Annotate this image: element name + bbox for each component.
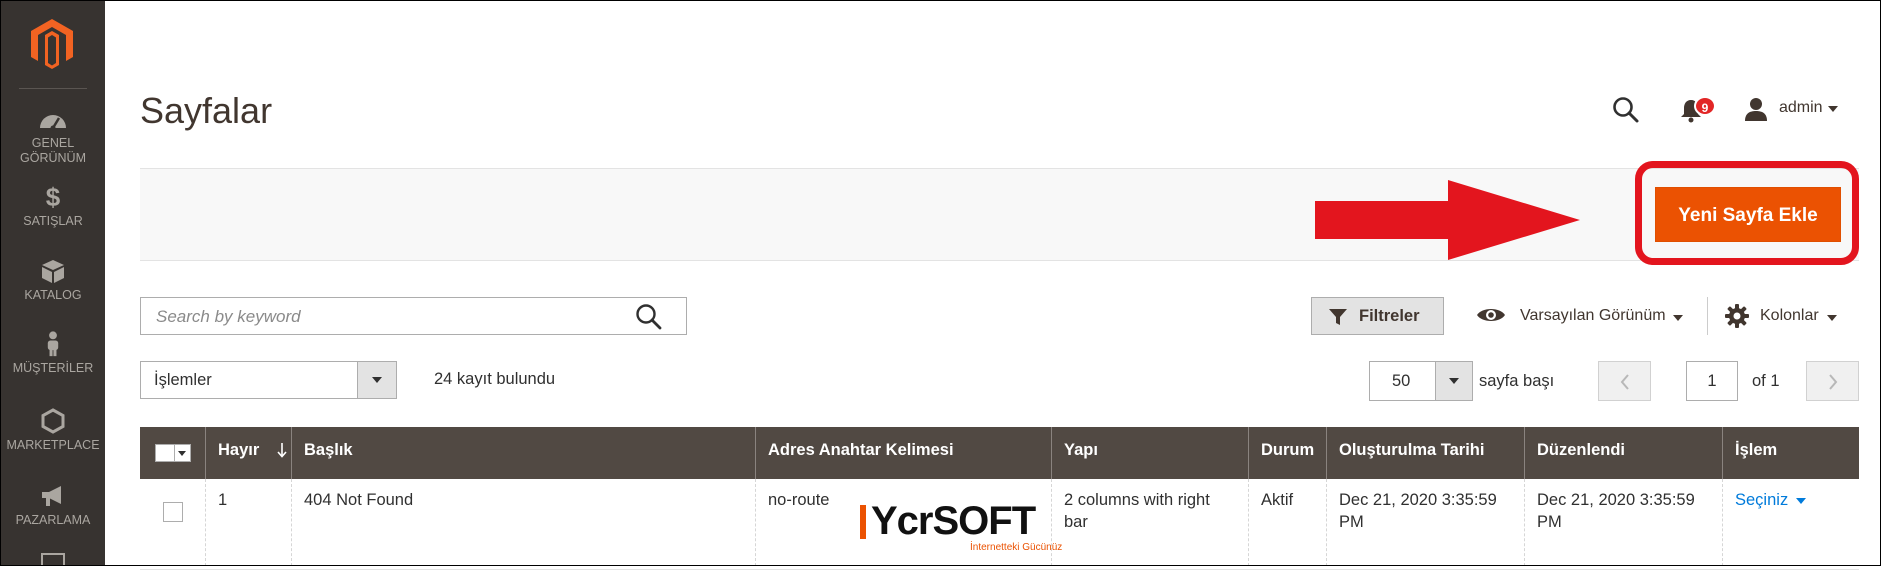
sidebar-item-label: KATALOG <box>24 288 82 302</box>
sidebar-divider <box>19 88 87 89</box>
chevron-down-icon <box>372 377 382 383</box>
arrow-annotation-icon <box>1315 180 1580 260</box>
magento-logo-icon[interactable] <box>29 17 75 71</box>
sidebar-item-label: PAZARLAMA <box>15 513 91 527</box>
row-select-cell <box>140 479 205 566</box>
cell-created: Dec 21, 2020 3:35:59 PM <box>1326 479 1524 566</box>
chevron-down-icon[interactable] <box>1673 315 1683 321</box>
page-title: Sayfalar <box>140 90 273 131</box>
next-page-button[interactable] <box>1806 361 1859 401</box>
chevron-down-icon[interactable] <box>1828 106 1838 112</box>
person-icon <box>47 331 59 357</box>
notification-badge: 9 <box>1694 96 1716 116</box>
sidebar-item-label: SATIŞLAR <box>23 214 83 228</box>
chevron-down-icon[interactable] <box>1796 497 1807 504</box>
mass-actions-select[interactable]: İşlemler <box>140 361 397 399</box>
column-header-title[interactable]: Başlık <box>291 427 755 479</box>
default-view-dropdown[interactable]: Varsayılan Görünüm <box>1520 307 1666 325</box>
sidebar-item-label: GÖRÜNÜM <box>20 151 86 165</box>
columns-dropdown[interactable]: Kolonlar <box>1760 307 1819 325</box>
per-page-select[interactable]: 50 <box>1369 361 1473 401</box>
page-total: of 1 <box>1752 372 1780 390</box>
cell-status: Aktif <box>1248 479 1326 566</box>
filters-button[interactable]: Filtreler <box>1311 297 1444 335</box>
gear-icon[interactable] <box>1725 304 1749 328</box>
sidebar-item-dashboard[interactable]: GENEL GÖRÜNÜM <box>1 106 105 166</box>
select-toggle[interactable] <box>1435 362 1472 400</box>
watermark-bar <box>860 505 866 539</box>
cell-layout: 2 columns with right bar <box>1051 479 1248 566</box>
mass-actions-label: İşlemler <box>154 371 212 389</box>
search-field[interactable] <box>140 297 687 335</box>
megaphone-icon <box>42 486 61 506</box>
hexagon-icon <box>41 408 65 434</box>
select-toggle[interactable] <box>357 362 396 398</box>
cell-modified: Dec 21, 2020 3:35:59 PM <box>1524 479 1722 566</box>
dollar-icon: $ <box>46 184 61 210</box>
previous-page-button[interactable] <box>1598 361 1651 401</box>
search-icon[interactable] <box>1612 96 1640 124</box>
user-menu-label[interactable]: admin <box>1779 99 1823 117</box>
row-checkbox[interactable] <box>163 502 183 522</box>
sort-arrow-down-icon <box>277 443 287 458</box>
search-input[interactable] <box>154 306 628 328</box>
grid-header: Hayır Başlık Adres Anahtar Kelimesi Yapı… <box>140 427 1859 479</box>
row-action-select[interactable]: Seçiniz <box>1735 491 1788 509</box>
chevron-down-icon[interactable] <box>1827 315 1837 321</box>
sidebar: GENEL GÖRÜNÜM $ SATIŞLAR KATALOG MÜŞTERİ… <box>1 1 105 565</box>
column-header-select[interactable] <box>140 427 205 479</box>
sidebar-item-marketing[interactable]: PAZARLAMA <box>1 483 105 528</box>
watermark-brand: YcrSOFT <box>871 499 1036 543</box>
dashboard-icon <box>40 115 66 131</box>
per-page-label: sayfa başı <box>1479 372 1555 390</box>
chevron-right-icon <box>1829 374 1838 390</box>
column-header-url-key[interactable]: Adres Anahtar Kelimesi <box>755 427 1051 479</box>
chevron-left-icon <box>1620 374 1629 390</box>
column-header-id[interactable]: Hayır <box>205 427 291 479</box>
column-header-layout[interactable]: Yapı <box>1051 427 1248 479</box>
cell-action: Seçiniz <box>1722 479 1859 566</box>
cell-id: 1 <box>205 479 291 566</box>
page-actions-bar <box>140 168 1859 261</box>
cell-title: 404 Not Found <box>291 479 755 566</box>
watermark-logo: YcrSOFT İnternetteki Gücünüz <box>860 499 1070 559</box>
sidebar-item-label: GENEL <box>31 136 75 150</box>
svg-text:$: $ <box>46 184 61 210</box>
filters-label: Filtreler <box>1359 307 1420 325</box>
mass-select-checkbox[interactable] <box>155 444 191 462</box>
filter-icon <box>1329 309 1347 325</box>
column-header-action: İşlem <box>1722 427 1859 479</box>
sidebar-item-customers[interactable]: MÜŞTERİLER <box>1 331 105 376</box>
eye-icon[interactable] <box>1476 305 1506 325</box>
chevron-down-icon <box>178 451 186 456</box>
records-found: 24 kayıt bulundu <box>434 370 556 388</box>
column-header-created[interactable]: Oluşturulma Tarihi <box>1326 427 1524 479</box>
sidebar-item-sales[interactable]: $ SATIŞLAR <box>1 184 105 229</box>
column-header-status[interactable]: Durum <box>1248 427 1326 479</box>
sidebar-item-label: MARKETPLACE <box>6 438 100 452</box>
sidebar-item-marketplace[interactable]: MARKETPLACE <box>1 408 105 453</box>
sidebar-item-label: MÜŞTERİLER <box>12 361 94 375</box>
sidebar-item-catalog[interactable]: KATALOG <box>1 258 105 303</box>
column-header-modified[interactable]: Düzenlendi <box>1524 427 1722 479</box>
content-icon[interactable] <box>41 553 65 565</box>
divider <box>1707 297 1708 335</box>
search-icon[interactable] <box>635 303 663 331</box>
chevron-down-icon <box>1449 378 1459 384</box>
page-number-input[interactable]: 1 <box>1686 361 1738 401</box>
user-icon[interactable] <box>1742 96 1770 122</box>
cube-icon <box>42 260 64 283</box>
per-page-value: 50 <box>1392 372 1411 390</box>
add-new-page-button[interactable]: Yeni Sayfa Ekle <box>1655 187 1841 242</box>
watermark-tagline: İnternetteki Gücünüz <box>970 542 1063 553</box>
